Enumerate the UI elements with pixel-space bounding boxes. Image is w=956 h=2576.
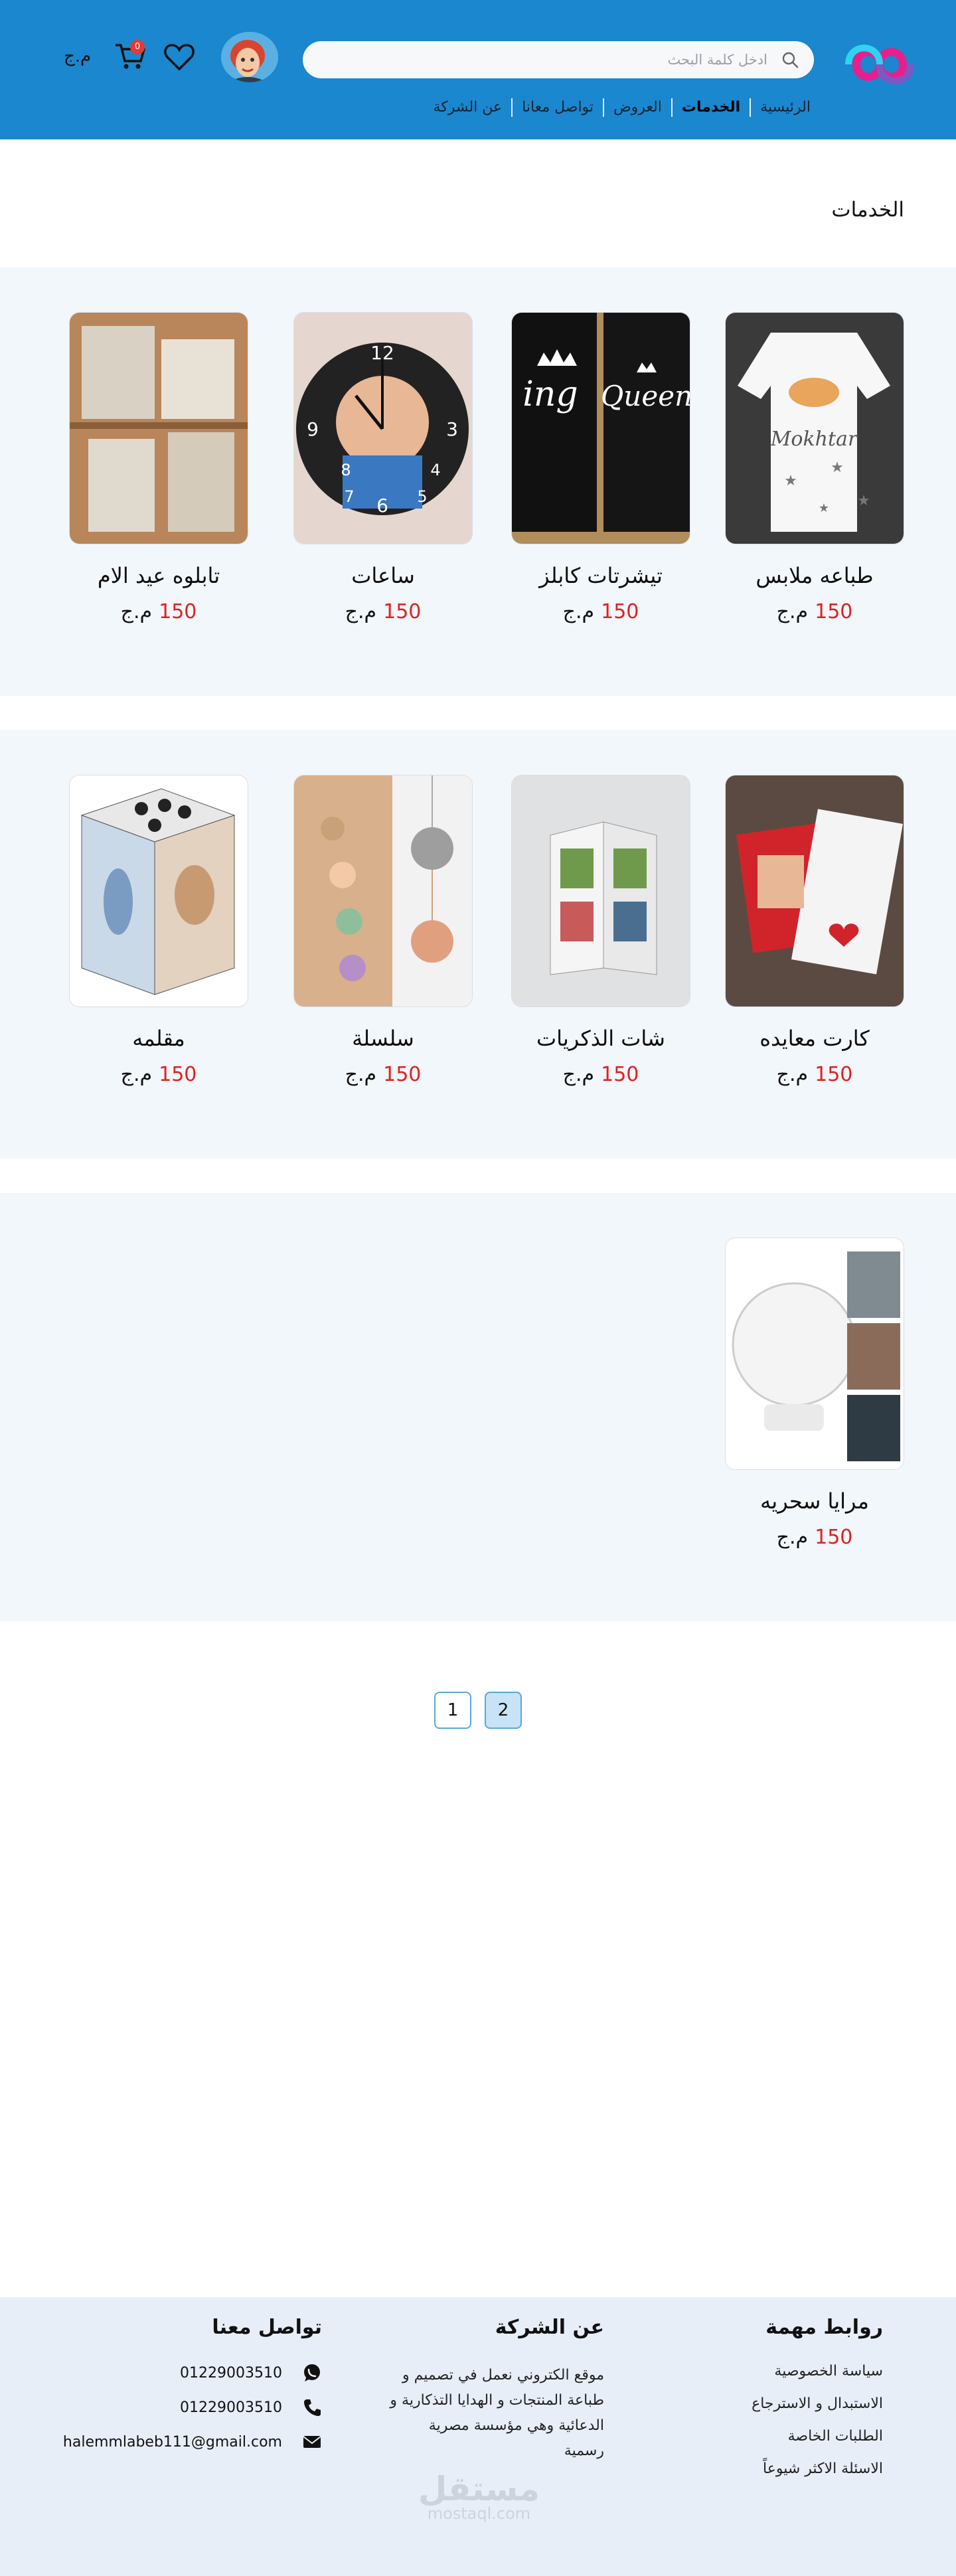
- footer-links-title: روابط مهمة: [765, 2316, 883, 2339]
- product-price: 150 م.ج: [562, 1063, 639, 1086]
- products-row-3: مرايا سحريه 150 م.ج: [0, 1193, 956, 1621]
- product-image-wooden-frame[interactable]: [69, 312, 248, 544]
- svg-text:★: ★: [819, 501, 829, 515]
- products-row-1: Mokhtar ★ ★ ★ ★ طباعه ملابس 150 م.ج ing …: [0, 268, 956, 696]
- nav-about[interactable]: عن الشركة: [424, 98, 511, 117]
- product-image-photo-cube[interactable]: [69, 775, 248, 1007]
- product-price: 150 م.ج: [562, 600, 639, 623]
- nav-offers[interactable]: العروض: [603, 98, 671, 117]
- product-name[interactable]: سلسلة: [293, 1026, 473, 1051]
- email-icon: [303, 2436, 321, 2448]
- product-card[interactable]: مرايا سحريه 150 م.ج: [725, 1238, 904, 1549]
- footer-link-faq[interactable]: الاسئلة الاكثر شيوعاً: [752, 2460, 883, 2477]
- product-price: 150 م.ج: [776, 600, 853, 623]
- wishlist-heart-icon[interactable]: [163, 41, 195, 72]
- svg-text:★: ★: [784, 473, 797, 489]
- page-title: الخدمات: [831, 198, 904, 222]
- nav-contact[interactable]: تواصل معانا: [511, 98, 603, 117]
- product-card[interactable]: كارت معايده 150 م.ج: [725, 775, 904, 1086]
- contact-email-row[interactable]: halemmlabeb111@gmail.com: [63, 2432, 322, 2452]
- product-name[interactable]: مقلمه: [69, 1026, 248, 1051]
- product-image-baby-onesie[interactable]: Mokhtar ★ ★ ★ ★: [725, 312, 904, 544]
- footer-link-returns[interactable]: الاستبدال و الاسترجاع: [752, 2395, 883, 2412]
- product-name[interactable]: شات الذكريات: [511, 1026, 690, 1051]
- svg-text:ing: ing: [522, 374, 578, 414]
- whatsapp-icon: [304, 2364, 320, 2381]
- product-price: 150 م.ج: [120, 600, 197, 623]
- svg-text:Mokhtar: Mokhtar: [770, 428, 858, 451]
- footer-about-column: عن الشركة موقع الكتروني نعمل في تصميم و …: [385, 2316, 604, 2464]
- contact-phone-row[interactable]: 01229003510: [63, 2397, 322, 2417]
- footer-link-special-orders[interactable]: الطلبات الخاصة: [752, 2428, 883, 2445]
- svg-text:4: 4: [430, 461, 440, 479]
- nav-home[interactable]: الرئيسية: [750, 98, 820, 117]
- product-name[interactable]: تابلوه عيد الام: [69, 563, 248, 588]
- footer-contact-title: تواصل معنا: [212, 2316, 322, 2339]
- page-2-button[interactable]: 2: [485, 1692, 522, 1729]
- main-nav: الرئيسية الخدمات العروض تواصل معانا عن ا…: [424, 98, 820, 117]
- page-1-button[interactable]: 1: [434, 1692, 471, 1729]
- contact-whatsapp-row[interactable]: 01229003510: [63, 2363, 322, 2383]
- product-price: 150 م.ج: [776, 1063, 853, 1086]
- product-name[interactable]: ساعات: [293, 563, 473, 588]
- pagination: 1 2: [0, 1692, 956, 1729]
- product-card[interactable]: ing Queen تيشرتات كابلز 150 م.ج: [511, 312, 690, 623]
- svg-text:5: 5: [417, 487, 427, 506]
- footer-about-text: موقع الكتروني نعمل في تصميم و طباعة المن…: [390, 2367, 604, 2459]
- cart-count-badge: 0: [130, 40, 145, 54]
- user-avatar[interactable]: [219, 30, 280, 84]
- product-card[interactable]: Mokhtar ★ ★ ★ ★ طباعه ملابس 150 م.ج: [725, 312, 904, 623]
- product-image-greeting-card[interactable]: [725, 775, 904, 1007]
- phone-icon: [304, 2399, 321, 2416]
- search-icon[interactable]: [781, 50, 799, 69]
- svg-text:★: ★: [857, 493, 870, 509]
- svg-text:6: 6: [376, 495, 388, 517]
- product-image-memory-book[interactable]: [511, 775, 690, 1007]
- product-image-couple-tshirts[interactable]: ing Queen: [511, 312, 690, 544]
- currency-selector[interactable]: م.ج: [64, 46, 91, 66]
- product-name[interactable]: تيشرتات كابلز: [511, 563, 690, 588]
- svg-text:8: 8: [341, 461, 351, 479]
- mostaql-watermark: مستقل mostaql.com: [418, 2470, 540, 2523]
- nav-services[interactable]: الخدمات: [671, 98, 750, 117]
- footer-contact-column: تواصل معنا 01229003510 01229003510 halem…: [63, 2316, 322, 2466]
- product-name[interactable]: مرايا سحريه: [725, 1489, 904, 1514]
- site-footer: روابط مهمة سياسة الخصوصية الاستبدال و ال…: [0, 2297, 956, 2576]
- contact-phone-number[interactable]: 01229003510: [180, 2399, 282, 2416]
- product-name[interactable]: كارت معايده: [725, 1026, 904, 1051]
- footer-links-column: روابط مهمة سياسة الخصوصية الاستبدال و ال…: [752, 2316, 883, 2493]
- product-card[interactable]: تابلوه عيد الام 150 م.ج: [69, 312, 248, 623]
- contact-whatsapp-number[interactable]: 01229003510: [180, 2365, 282, 2381]
- svg-text:★: ★: [831, 459, 844, 476]
- footer-about-title: عن الشركة: [495, 2316, 604, 2339]
- product-card[interactable]: 12 6 9 3 7 5 8 4 ساعات 150 م.ج: [293, 312, 473, 623]
- svg-text:Queen: Queen: [601, 380, 690, 412]
- product-name[interactable]: طباعه ملابس: [725, 563, 904, 588]
- product-card[interactable]: شات الذكريات 150 م.ج: [511, 775, 690, 1086]
- svg-text:3: 3: [446, 418, 458, 440]
- brand-logo[interactable]: [830, 35, 929, 94]
- products-row-2: كارت معايده 150 م.ج شات الذكريات 150 م.ج: [0, 730, 956, 1159]
- product-price: 150 م.ج: [776, 1526, 853, 1549]
- product-price: 150 م.ج: [345, 1063, 422, 1086]
- site-header: 0 م.ج الرئيسية الخدمات العروض تواصل معان…: [0, 0, 956, 139]
- search-input[interactable]: [319, 46, 767, 73]
- product-image-locket-necklace[interactable]: [293, 775, 473, 1007]
- product-card[interactable]: سلسلة 150 م.ج: [293, 775, 473, 1086]
- product-price: 150 م.ج: [120, 1063, 197, 1086]
- svg-text:7: 7: [344, 487, 354, 506]
- product-image-photo-clock[interactable]: 12 6 9 3 7 5 8 4: [293, 312, 473, 544]
- product-price: 150 م.ج: [345, 600, 422, 623]
- product-image-magic-mirror[interactable]: [725, 1238, 904, 1470]
- product-card[interactable]: مقلمه 150 م.ج: [69, 775, 248, 1086]
- contact-email-address[interactable]: halemmlabeb111@gmail.com: [63, 2434, 282, 2451]
- footer-link-privacy[interactable]: سياسة الخصوصية: [752, 2363, 883, 2379]
- search-bar: [303, 41, 814, 78]
- svg-text:9: 9: [307, 418, 319, 440]
